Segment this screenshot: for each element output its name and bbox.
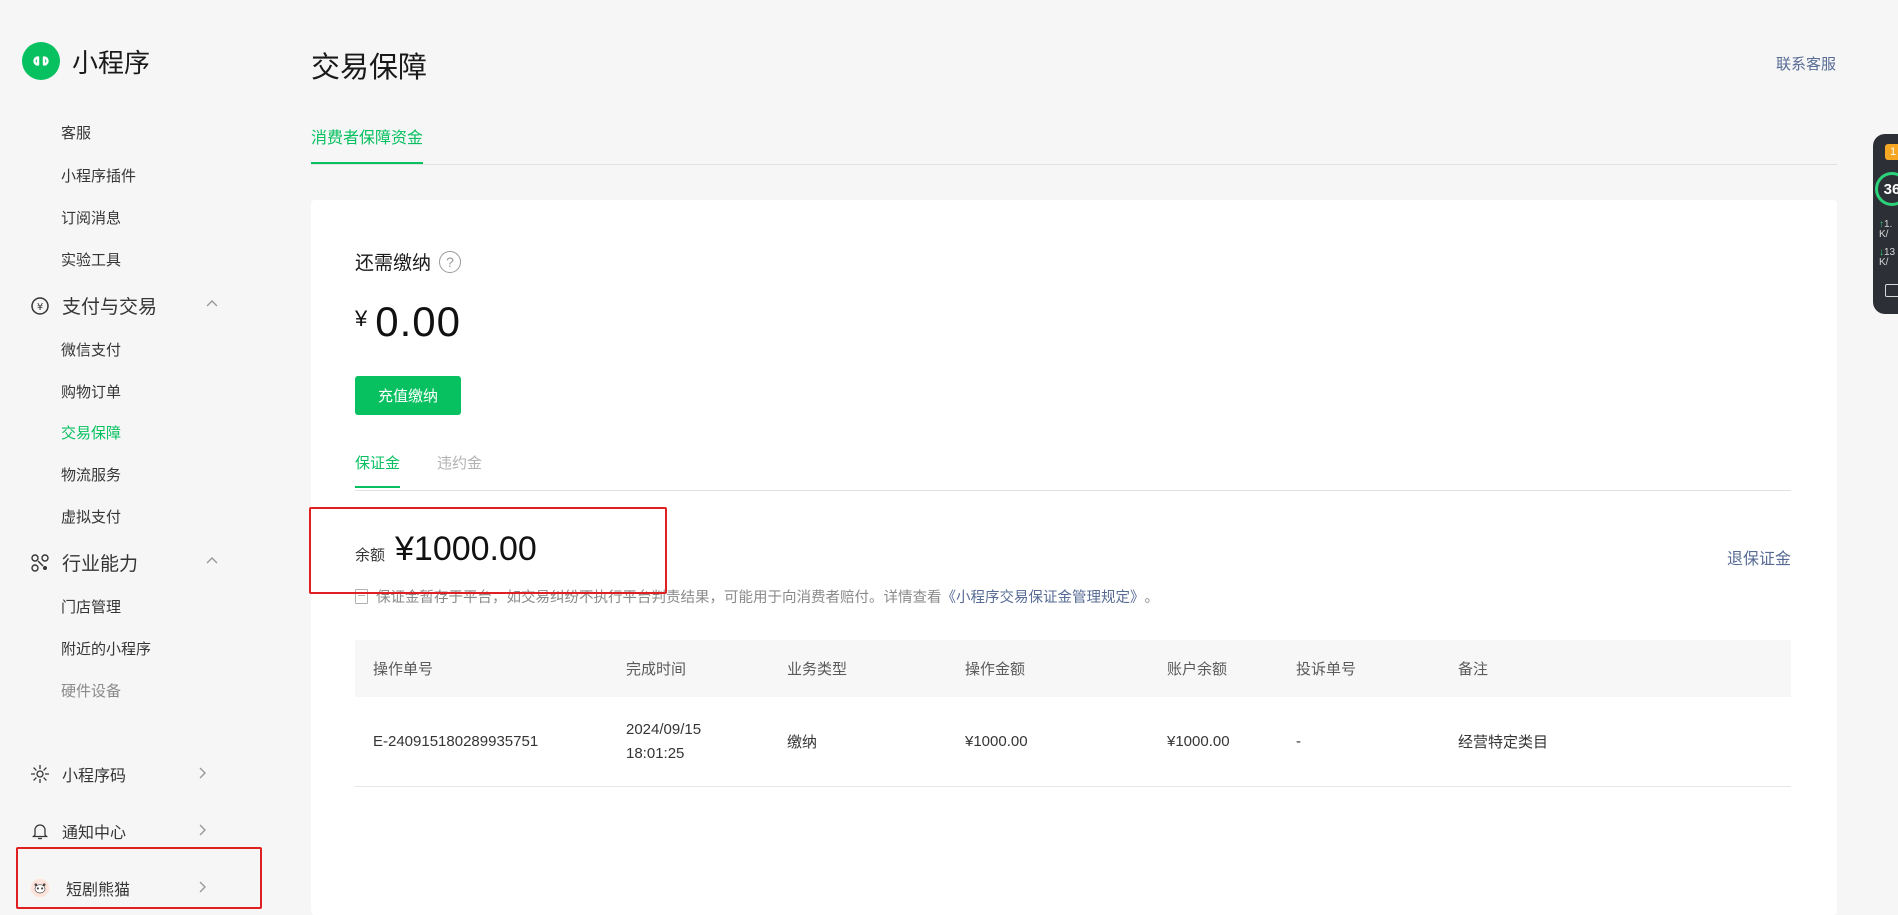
table-header: 操作单号 完成时间 业务类型 操作金额 账户余额 投诉单号 备注 (355, 640, 1791, 697)
due-amount: ¥ 0.00 (355, 298, 461, 346)
col-header-balance: 账户余额 (1167, 661, 1228, 678)
sidebar-item-notifications[interactable]: 通知中心 (30, 819, 210, 843)
sidebar-group-label: 行业能力 (62, 554, 139, 575)
refund-deposit-link[interactable]: 退保证金 (1727, 545, 1791, 569)
highlight-box-balance (309, 507, 667, 594)
sidebar-item-label: 通知中心 (62, 825, 127, 842)
upload-unit: K/ (1879, 229, 1889, 240)
sidebar-group-industry[interactable]: 行业能力 (30, 549, 220, 576)
sidebar-item-lab-tools[interactable]: 实验工具 (61, 249, 121, 270)
svg-text:¥: ¥ (37, 302, 43, 313)
sidebar-item-logistics[interactable]: 物流服务 (61, 464, 121, 485)
download-speed: ↓13 K/ (1879, 247, 1896, 268)
tab-consumer-guarantee-fund[interactable]: 消费者保障资金 (311, 124, 424, 164)
cell-remark: 经营特定类目 (1458, 734, 1549, 751)
miniprogram-logo-icon (22, 42, 60, 80)
page-title: 交易保障 (311, 52, 428, 84)
col-header-time: 完成时间 (626, 661, 687, 678)
upload-speed: ↑1. K/ (1879, 219, 1893, 240)
cell-balance: ¥1000.00 (1167, 733, 1230, 750)
yuan-circle-icon: ¥ (30, 296, 50, 316)
main-tabs: 消费者保障资金 (311, 124, 1837, 165)
col-header-amount: 操作金额 (965, 661, 1026, 678)
currency-symbol: ¥ (355, 306, 368, 331)
sidebar-item-trade-guarantee[interactable]: 交易保障 (61, 422, 121, 443)
note-end: 。 (1144, 590, 1160, 606)
sidebar-item-customer-service[interactable]: 客服 (61, 122, 91, 143)
bell-icon (30, 821, 50, 841)
sidebar-item-nearby[interactable]: 附近的小程序 (61, 638, 151, 659)
chevron-up-icon (204, 553, 220, 575)
deposit-tabs: 保证金 违约金 (355, 452, 1791, 491)
contact-support-link[interactable]: 联系客服 (1776, 53, 1836, 74)
chevron-up-icon (204, 296, 220, 318)
col-header-remark: 备注 (1458, 661, 1489, 678)
col-header-order: 操作单号 (373, 661, 434, 678)
cell-date: 2024/09/15 (626, 720, 702, 738)
cell-time: 18:01:25 (626, 744, 685, 762)
qrcode-sun-icon (30, 764, 50, 784)
app-title: 小程序 (72, 47, 151, 78)
sidebar-item-virtual-pay[interactable]: 虚拟支付 (61, 506, 121, 527)
cell-order-no: E-240915180289935751 (373, 733, 539, 750)
tab-deposit[interactable]: 保证金 (355, 452, 401, 488)
cell-complaint: - (1296, 733, 1301, 750)
score-ring: 36 (1875, 172, 1898, 206)
col-header-type: 业务类型 (787, 661, 848, 678)
col-header-complaint: 投诉单号 (1296, 661, 1357, 678)
transactions-table: 操作单号 完成时间 业务类型 操作金额 账户余额 投诉单号 备注 E-24091… (355, 640, 1791, 787)
sidebar-group-payment[interactable]: ¥ 支付与交易 (30, 292, 220, 319)
camera-icon[interactable] (1885, 284, 1898, 297)
sidebar-item-subscribe-msg[interactable]: 订阅消息 (61, 207, 121, 228)
help-circle-icon[interactable]: ? (439, 250, 462, 273)
download-unit: K/ (1879, 257, 1889, 268)
cell-finish-time: 2024/09/15 18:01:25 (626, 718, 701, 766)
due-label: 还需缴纳 (355, 253, 432, 274)
sidebar-item-label: 小程序码 (62, 768, 127, 785)
app-logo[interactable]: 小程序 (22, 42, 150, 80)
chevron-right-icon (194, 822, 210, 843)
sidebar: 小程序 客服 小程序插件 订阅消息 实验工具 ¥ 支付与交易 微信支付 购物订单… (0, 0, 270, 915)
cell-amount: ¥1000.00 (965, 733, 1028, 750)
highlight-box-account (16, 847, 262, 909)
sidebar-item-plugins[interactable]: 小程序插件 (61, 165, 136, 186)
industry-nodes-icon (30, 553, 50, 573)
due-amount-value: 0.00 (375, 298, 461, 345)
due-section: 还需缴纳 ? (355, 248, 462, 275)
notification-badge: 1 (1885, 144, 1898, 160)
rules-link[interactable]: 《小程序交易保证金管理规定》 (942, 586, 1145, 607)
sidebar-item-store-mgmt[interactable]: 门店管理 (61, 596, 121, 617)
tab-penalty[interactable]: 违约金 (437, 452, 482, 486)
chevron-right-icon (194, 765, 210, 786)
sidebar-group-label: 支付与交易 (62, 297, 158, 318)
sidebar-item-hardware[interactable]: 硬件设备 (61, 680, 121, 701)
floating-monitor-widget[interactable]: 1 36 ↑1. K/ ↓13 K/ (1873, 134, 1898, 314)
sidebar-item-wechat-pay[interactable]: 微信支付 (61, 339, 121, 360)
recharge-pay-button[interactable]: 充值缴纳 (355, 376, 461, 415)
sidebar-item-qrcode[interactable]: 小程序码 (30, 762, 210, 786)
cell-type: 缴纳 (787, 734, 818, 751)
sidebar-item-orders[interactable]: 购物订单 (61, 381, 121, 402)
table-row: E-240915180289935751 2024/09/15 18:01:25… (355, 697, 1791, 787)
